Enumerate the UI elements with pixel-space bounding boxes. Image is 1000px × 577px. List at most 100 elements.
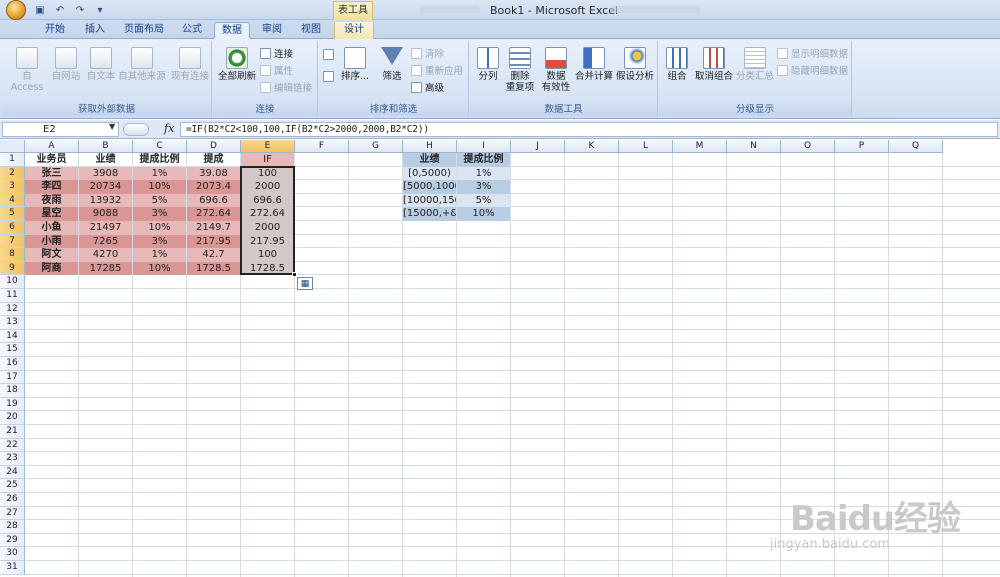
cell-h1[interactable]: 业绩 xyxy=(403,153,456,167)
redo-icon[interactable]: ↷ xyxy=(72,3,88,18)
existing-connections-button[interactable]: 现有连接 xyxy=(170,47,210,82)
formula-input[interactable]: =IF(B2*C2<100,100,IF(B2*C2>2000,2000,B2*… xyxy=(180,122,998,137)
cell-e4[interactable]: 696.6 xyxy=(241,193,294,208)
column-header-f[interactable]: F xyxy=(295,140,349,153)
cell-d6[interactable]: 2149.7 xyxy=(187,221,240,235)
cell-e6[interactable]: 2000 xyxy=(241,221,294,235)
row-header-29[interactable]: 29 xyxy=(0,533,25,548)
cell-c9[interactable]: 10% xyxy=(133,261,186,276)
cell-b7[interactable]: 7265 xyxy=(79,234,132,249)
refresh-all-button[interactable]: 全部刷新 xyxy=(217,47,257,82)
column-header-e[interactable]: E xyxy=(241,140,295,153)
from-other-sources-button[interactable]: 自其他来源 xyxy=(118,47,166,82)
clear-filter-button[interactable]: 清除 xyxy=(411,46,444,60)
row-header-5[interactable]: 5 xyxy=(0,207,25,221)
cell-i1[interactable]: 提成比例 xyxy=(457,153,510,167)
cell-c4[interactable]: 5% xyxy=(133,193,186,208)
cell-i4[interactable]: 5% xyxy=(457,193,510,208)
column-header-q[interactable]: Q xyxy=(889,140,943,153)
cell-h5[interactable]: [15000,+&&) xyxy=(403,207,456,221)
consolidate-button[interactable]: 合并计算 xyxy=(574,47,614,82)
name-box[interactable]: E2 xyxy=(2,122,119,137)
cell-c6[interactable]: 10% xyxy=(133,221,186,235)
row-header-17[interactable]: 17 xyxy=(0,370,25,385)
cell-b6[interactable]: 21497 xyxy=(79,221,132,235)
row-header-7[interactable]: 7 xyxy=(0,234,25,249)
cell-b2[interactable]: 3908 xyxy=(79,166,132,181)
cell-d4[interactable]: 696.6 xyxy=(187,193,240,208)
row-header-19[interactable]: 19 xyxy=(0,397,25,412)
cell-d1[interactable]: 提成 xyxy=(187,153,240,167)
cell-b4[interactable]: 13932 xyxy=(79,193,132,208)
advanced-filter-button[interactable]: 高级 xyxy=(411,80,444,94)
row-header-10[interactable]: 10 xyxy=(0,275,25,289)
cell-a5[interactable]: 星空 xyxy=(25,207,78,221)
tab-data[interactable]: 数据 xyxy=(214,22,250,39)
properties-button[interactable]: 属性 xyxy=(260,63,293,77)
from-text-button[interactable]: 自文本 xyxy=(84,47,118,82)
tab-formulas[interactable]: 公式 xyxy=(175,22,209,39)
row-header-1[interactable]: 1 xyxy=(0,153,25,167)
office-button[interactable] xyxy=(6,0,26,20)
cell-h2[interactable]: [0,5000) xyxy=(403,166,456,181)
cell-b3[interactable]: 20734 xyxy=(79,180,132,194)
cell-a3[interactable]: 李四 xyxy=(25,180,78,194)
data-validation-button[interactable]: 数据 有效性 xyxy=(538,47,574,93)
cell-c7[interactable]: 3% xyxy=(133,234,186,249)
formula-bar-toggle[interactable] xyxy=(123,123,149,136)
row-header-6[interactable]: 6 xyxy=(0,221,25,235)
cell-e2[interactable]: 100 xyxy=(241,166,294,181)
row-header-11[interactable]: 11 xyxy=(0,289,25,303)
cell-a6[interactable]: 小鱼 xyxy=(25,221,78,235)
cell-i2[interactable]: 1% xyxy=(457,166,510,181)
chevron-down-icon[interactable]: ▼ xyxy=(109,122,115,131)
row-header-24[interactable]: 24 xyxy=(0,465,25,480)
text-to-columns-button[interactable]: 分列 xyxy=(474,47,502,82)
cell-b1[interactable]: 业绩 xyxy=(79,153,132,167)
cell-d3[interactable]: 2073.4 xyxy=(187,180,240,194)
customize-icon[interactable]: ▾ xyxy=(92,3,108,18)
cell-a2[interactable]: 张三 xyxy=(25,166,78,181)
cell-e8[interactable]: 100 xyxy=(241,248,294,262)
row-header-27[interactable]: 27 xyxy=(0,506,25,521)
row-header-26[interactable]: 26 xyxy=(0,493,25,507)
cell-h3[interactable]: [5000,10000) xyxy=(403,180,456,194)
row-header-13[interactable]: 13 xyxy=(0,316,25,330)
column-header-d[interactable]: D xyxy=(187,140,241,153)
subtotal-button[interactable]: 分类汇总 xyxy=(735,47,775,82)
cell-d5[interactable]: 272.64 xyxy=(187,207,240,221)
row-header-18[interactable]: 18 xyxy=(0,384,25,398)
cell-e7[interactable]: 217.95 xyxy=(241,234,294,249)
cell-e3[interactable]: 2000 xyxy=(241,180,294,194)
edit-links-button[interactable]: 编辑链接 xyxy=(260,80,312,94)
cell-e5[interactable]: 272.64 xyxy=(241,207,294,221)
column-header-j[interactable]: J xyxy=(511,140,565,153)
row-header-2[interactable]: 2 xyxy=(0,166,25,181)
column-header-o[interactable]: O xyxy=(781,140,835,153)
tab-insert[interactable]: 插入 xyxy=(78,22,112,39)
column-header-n[interactable]: N xyxy=(727,140,781,153)
cell-a4[interactable]: 夜雨 xyxy=(25,193,78,208)
column-header-p[interactable]: P xyxy=(835,140,889,153)
cell-i3[interactable]: 3% xyxy=(457,180,510,194)
cell-a9[interactable]: 阿商 xyxy=(25,261,78,276)
cell-c3[interactable]: 10% xyxy=(133,180,186,194)
remove-duplicates-button[interactable]: 删除 重复项 xyxy=(504,47,536,93)
row-header-23[interactable]: 23 xyxy=(0,452,25,466)
auto-fill-options-icon[interactable]: ▦ xyxy=(297,277,313,291)
from-web-button[interactable]: 自网站 xyxy=(48,47,84,82)
column-header-g[interactable]: G xyxy=(349,140,403,153)
row-header-9[interactable]: 9 xyxy=(0,261,25,276)
insert-function-icon[interactable]: fx xyxy=(164,122,174,135)
cell-h4[interactable]: [10000,15000) xyxy=(403,193,456,208)
save-icon[interactable]: ▣ xyxy=(32,3,48,18)
row-header-20[interactable]: 20 xyxy=(0,411,25,425)
cell-c2[interactable]: 1% xyxy=(133,166,186,181)
show-detail-button[interactable]: 显示明细数据 xyxy=(777,46,848,60)
row-header-14[interactable]: 14 xyxy=(0,329,25,344)
cell-d8[interactable]: 42.7 xyxy=(187,248,240,262)
tab-page-layout[interactable]: 页面布局 xyxy=(118,22,170,39)
column-header-i[interactable]: I xyxy=(457,140,511,153)
tab-home[interactable]: 开始 xyxy=(38,22,72,39)
cell-i5[interactable]: 10% xyxy=(457,207,510,221)
